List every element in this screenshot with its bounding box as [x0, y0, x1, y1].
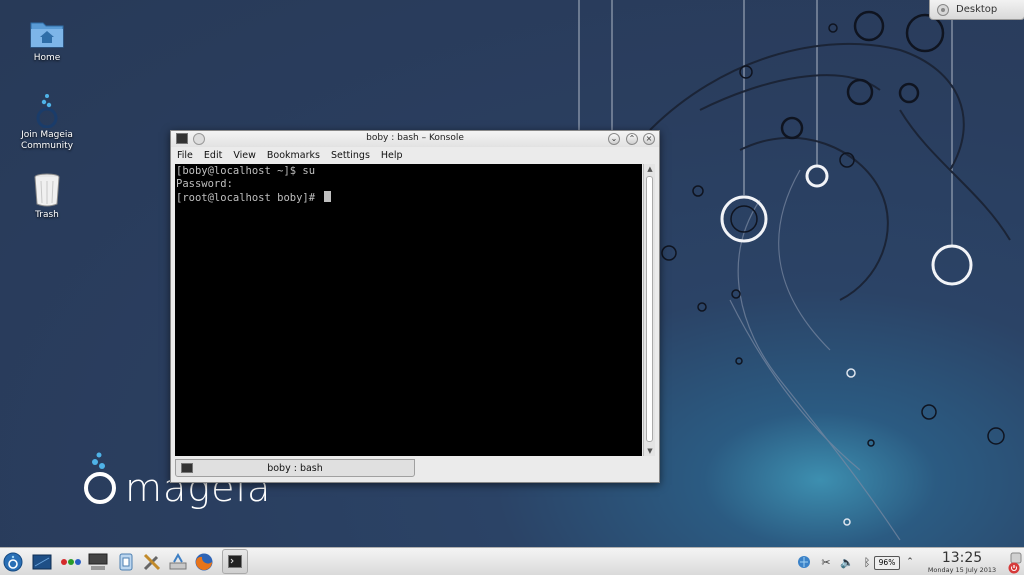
- konsole-window[interactable]: boby : bash – Konsole ⌄ ⌃ × File Edit Vi…: [170, 130, 660, 483]
- terminal-line: Password:: [176, 178, 233, 190]
- menu-edit[interactable]: Edit: [204, 150, 222, 161]
- cashew-icon: [937, 3, 949, 16]
- minimize-button[interactable]: ⌄: [608, 133, 620, 145]
- menubar: File Edit View Bookmarks Settings Help: [171, 147, 659, 163]
- firefox-icon[interactable]: [193, 551, 215, 573]
- tools-icon[interactable]: [141, 551, 163, 573]
- scroll-up-icon[interactable]: ▲: [645, 164, 655, 174]
- bluetooth-icon[interactable]: ᛒ: [859, 554, 875, 570]
- trash-icon: [29, 172, 65, 208]
- klipper-icon[interactable]: ✂: [818, 554, 834, 570]
- volume-icon[interactable]: 🔈: [839, 554, 855, 570]
- network-status-icon[interactable]: [796, 554, 812, 570]
- scroll-down-icon[interactable]: ▼: [645, 446, 655, 456]
- konsole-icon: [228, 555, 242, 568]
- desktop-icon-label-line2: Community: [20, 141, 74, 151]
- desktop-icon-label: Home: [33, 53, 61, 63]
- scrollbar-thumb[interactable]: [646, 176, 653, 442]
- maximize-button[interactable]: ⌃: [626, 133, 638, 145]
- desktop-icon-label-line1: Join Mageia: [21, 130, 73, 140]
- show-desktop-icon[interactable]: [31, 551, 53, 573]
- network-icon[interactable]: [167, 551, 189, 573]
- desktop-icon-home[interactable]: Home: [12, 15, 82, 64]
- mageia-menu-icon[interactable]: [2, 551, 24, 573]
- package-icon[interactable]: [115, 551, 137, 573]
- power-icon[interactable]: [1008, 562, 1020, 574]
- vertical-scrollbar[interactable]: ▲ ▼: [643, 164, 655, 456]
- konsole-task-button[interactable]: [222, 549, 248, 574]
- desktop-toolbox-button[interactable]: Desktop: [929, 0, 1024, 20]
- menu-view[interactable]: View: [233, 150, 256, 161]
- desktop-toolbox-label: Desktop: [956, 4, 998, 15]
- mageia-community-icon: [29, 92, 65, 128]
- menu-file[interactable]: File: [177, 150, 193, 161]
- digital-clock[interactable]: 13:25 Monday 15 July 2013: [920, 550, 1004, 574]
- system-monitor-icon[interactable]: [87, 551, 109, 573]
- home-folder-icon: [29, 15, 65, 51]
- desktop-icon-label: Trash: [35, 210, 59, 220]
- close-button[interactable]: ×: [643, 133, 655, 145]
- menu-settings[interactable]: Settings: [331, 150, 370, 161]
- clock-date: Monday 15 July 2013: [927, 566, 997, 574]
- tab-label: boby : bash: [267, 463, 323, 474]
- taskbar: ✂ 🔈 ᛒ 96% ⌃ 13:25 Monday 15 July 2013: [0, 547, 1024, 575]
- desktop-icon-join-community[interactable]: Join Mageia Community: [12, 92, 82, 152]
- battery-percent: 96%: [878, 558, 896, 567]
- terminal-line: [boby@localhost ~]$ su: [176, 165, 316, 177]
- window-titlebar[interactable]: boby : bash – Konsole ⌄ ⌃ ×: [171, 131, 659, 147]
- window-title: boby : bash – Konsole: [366, 133, 464, 143]
- activities-icon[interactable]: [60, 551, 82, 573]
- battery-indicator[interactable]: 96%: [874, 556, 900, 570]
- desktop-icon-trash[interactable]: Trash: [12, 172, 82, 221]
- menu-bookmarks[interactable]: Bookmarks: [267, 150, 320, 161]
- tab-bar: boby : bash: [175, 459, 655, 478]
- terminal-cursor: [324, 191, 332, 202]
- notifications-icon[interactable]: ⌃: [902, 554, 918, 570]
- tab-boby-bash[interactable]: boby : bash: [175, 459, 415, 477]
- terminal-line: [root@localhost boby]#: [176, 192, 322, 204]
- clock-time: 13:25: [941, 550, 983, 566]
- terminal-area[interactable]: [boby@localhost ~]$ su Password: [root@l…: [175, 164, 642, 456]
- menu-help[interactable]: Help: [381, 150, 403, 161]
